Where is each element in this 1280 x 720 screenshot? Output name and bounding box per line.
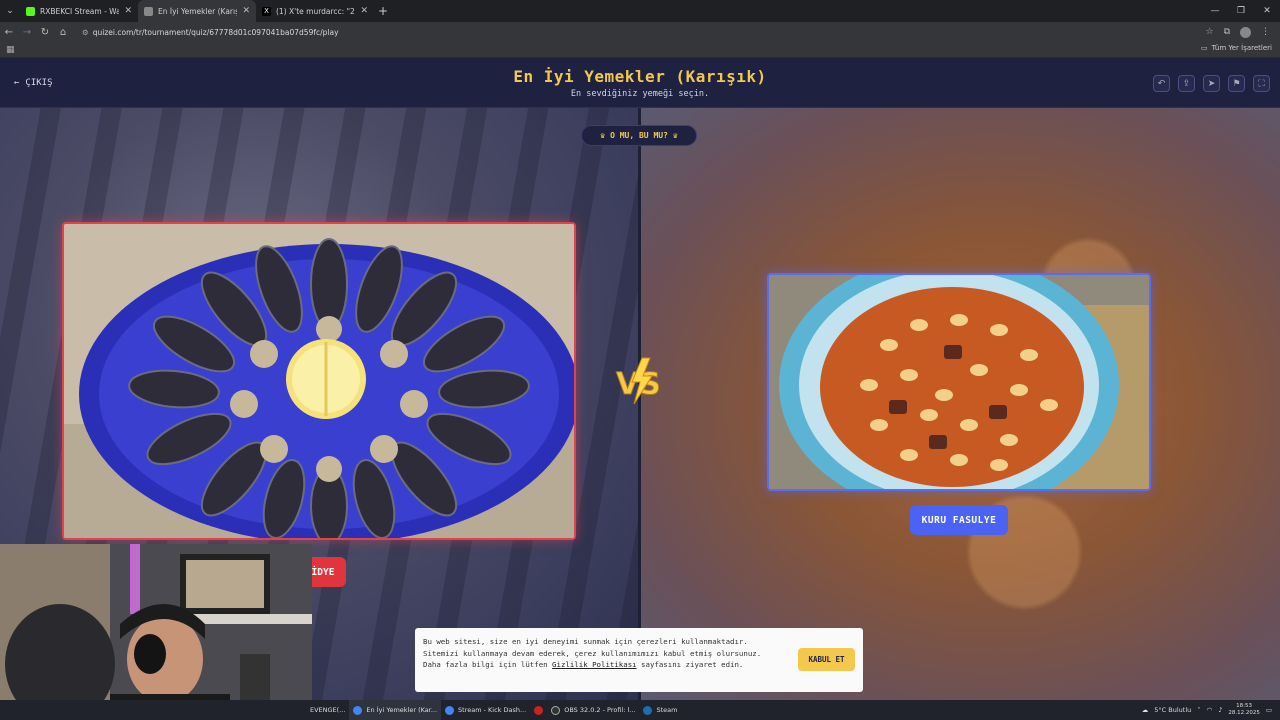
menu-icon[interactable]: ⋮ xyxy=(1261,27,1270,37)
webcam-overlay xyxy=(0,544,312,700)
close-icon[interactable]: ✕ xyxy=(242,6,250,16)
browser-tab-2[interactable]: X (1) X'te murdarcc: "23/24de no ✕ xyxy=(256,0,374,22)
taskbar-item-0[interactable]: EVENGE(... xyxy=(306,700,349,720)
taskbar-item-label: Steam xyxy=(656,706,678,714)
undo-icon[interactable]: ↶ xyxy=(1153,75,1170,92)
left-choice-card[interactable] xyxy=(62,222,576,540)
date-label: 28.12.2025 xyxy=(1228,710,1260,716)
all-bookmarks-folder[interactable]: ▭ Tüm Yer İşaretleri xyxy=(1201,44,1272,52)
steam-icon xyxy=(643,705,653,715)
share-icon[interactable]: ⇪ xyxy=(1178,75,1195,92)
bookmark-star-icon[interactable]: ☆ xyxy=(1205,27,1213,37)
accept-cookies-button[interactable]: KABUL ET xyxy=(798,648,855,671)
close-icon[interactable]: ✕ xyxy=(360,6,368,16)
quiz-page: ← ÇIKIŞ En İyi Yemekler (Karışık) En sev… xyxy=(0,58,1280,700)
close-icon[interactable]: ✕ xyxy=(124,6,132,16)
reload-icon[interactable]: ↻ xyxy=(36,27,54,38)
taskbar-item-1[interactable]: En İyi Yemekler (Kar... xyxy=(349,700,442,720)
taskbar-item-2[interactable]: Stream - Kick Dash... xyxy=(441,700,530,720)
round-badge: ♛ O MU, BU MU? ♛ xyxy=(581,125,697,146)
browser-tab-1[interactable]: En İyi Yemekler (Karışık) - Tier L ✕ xyxy=(138,0,256,22)
bookmarks-folder-label: Tüm Yer İşaretleri xyxy=(1211,44,1272,52)
taskbar-item-5[interactable]: Steam xyxy=(639,700,681,720)
volume-icon[interactable]: ♪ xyxy=(1218,706,1222,714)
taskbar-item-label: Stream - Kick Dash... xyxy=(458,706,527,714)
app-icon xyxy=(534,705,544,715)
send-icon[interactable]: ➤ xyxy=(1203,75,1220,92)
close-window-icon[interactable]: ✕ xyxy=(1254,0,1280,22)
crown-icon: ♛ xyxy=(672,131,678,140)
clock[interactable]: 18:53 28.12.2025 xyxy=(1228,703,1260,717)
window-controls: — ❐ ✕ xyxy=(1202,0,1280,22)
bookmarks-bar: ▦ ▭ Tüm Yer İşaretleri xyxy=(0,42,1280,58)
site-info-icon[interactable]: ⚙ xyxy=(82,28,89,37)
chrome-icon xyxy=(353,705,363,715)
back-icon[interactable]: ← xyxy=(0,27,18,38)
browser-tabbar: ⌄ RXBEKCI Stream - Watch Live o ✕ En İyi… xyxy=(0,0,1280,22)
minimize-icon[interactable]: — xyxy=(1202,0,1228,22)
round-label: O MU, BU MU? xyxy=(610,131,668,140)
webcam-video-image xyxy=(0,544,312,700)
right-choice-card[interactable] xyxy=(767,273,1151,491)
tab-search-icon[interactable]: ⌄ xyxy=(0,0,20,22)
crown-icon: ♛ xyxy=(600,131,606,140)
right-choice-label[interactable]: KURU FASULYE xyxy=(910,505,1008,535)
cookie-banner: Bu web sitesi, size en iyi deneyimi sunm… xyxy=(415,628,863,692)
new-tab-icon[interactable]: + xyxy=(374,4,392,18)
restore-icon[interactable]: ❐ xyxy=(1228,0,1254,22)
profile-avatar-icon[interactable] xyxy=(1240,26,1251,38)
kuru-fasulye-image xyxy=(769,275,1149,489)
quizei-favicon-icon xyxy=(144,6,153,16)
weather-label[interactable]: 5°C Bulutlu xyxy=(1154,706,1191,714)
url-text: quizei.com/tr/tournament/quiz/67778d01c0… xyxy=(92,27,339,37)
tab-title: En İyi Yemekler (Karışık) - Tier L xyxy=(158,6,238,16)
browser-tab-0[interactable]: RXBEKCI Stream - Watch Live o ✕ xyxy=(20,0,138,22)
versus-icon: VS xyxy=(616,357,661,405)
page-subtitle: En sevdiğiniz yemeği seçin. xyxy=(570,89,710,99)
cloud-icon: ☁ xyxy=(1141,706,1149,714)
taskbar-item-3[interactable] xyxy=(530,700,547,720)
forward-icon[interactable]: → xyxy=(18,27,36,38)
taskbar-item-label: EVENGE(... xyxy=(310,706,346,714)
apps-grid-icon[interactable]: ▦ xyxy=(6,45,15,55)
notification-icon[interactable]: ▭ xyxy=(1266,706,1272,714)
home-icon[interactable]: ⌂ xyxy=(54,27,72,38)
tab-title: (1) X'te murdarcc: "23/24de no xyxy=(276,6,355,16)
flag-icon[interactable]: ⚑ xyxy=(1228,75,1245,92)
folder-icon: ▭ xyxy=(1200,44,1208,52)
stuffed-mussels-image xyxy=(64,224,574,538)
url-field[interactable]: ⚙ quizei.com/tr/tournament/quiz/67778d01… xyxy=(78,24,1188,40)
system-tray: ☁ 5°C Bulutlu ˄ ◠ ♪ 18:53 28.12.2025 ▭ xyxy=(1142,703,1280,717)
chevron-up-icon[interactable]: ˄ xyxy=(1197,706,1200,714)
fullscreen-icon[interactable]: ⛶ xyxy=(1253,75,1270,92)
taskbar-item-label: OBS 32.0.2 - Profil: l... xyxy=(564,706,636,714)
quiz-header: ← ÇIKIŞ En İyi Yemekler (Karışık) En sev… xyxy=(0,58,1280,108)
taskbar-item-4[interactable]: OBS 32.0.2 - Profil: l... xyxy=(547,700,639,720)
address-bar: ← → ↻ ⌂ ⚙ quizei.com/tr/tournament/quiz/… xyxy=(0,22,1280,42)
obs-icon xyxy=(551,705,561,715)
privacy-policy-link[interactable]: Gizlilik Politikası xyxy=(552,660,637,669)
time-label: 18:53 xyxy=(1236,703,1253,709)
page-title: En İyi Yemekler (Karışık) xyxy=(513,67,767,86)
kick-favicon-icon xyxy=(26,6,35,16)
os-taskbar: EVENGE(... En İyi Yemekler (Kar... Strea… xyxy=(0,700,1280,720)
x-favicon-icon: X xyxy=(262,6,271,16)
extensions-icon[interactable]: ⧉ xyxy=(1224,27,1230,37)
cookie-text-end: sayfasını ziyaret edin. xyxy=(641,660,744,669)
wifi-icon[interactable]: ◠ xyxy=(1207,706,1213,714)
tab-title: RXBEKCI Stream - Watch Live o xyxy=(40,6,120,16)
taskbar-item-label: En İyi Yemekler (Kar... xyxy=(366,706,438,714)
chrome-icon xyxy=(445,705,455,715)
